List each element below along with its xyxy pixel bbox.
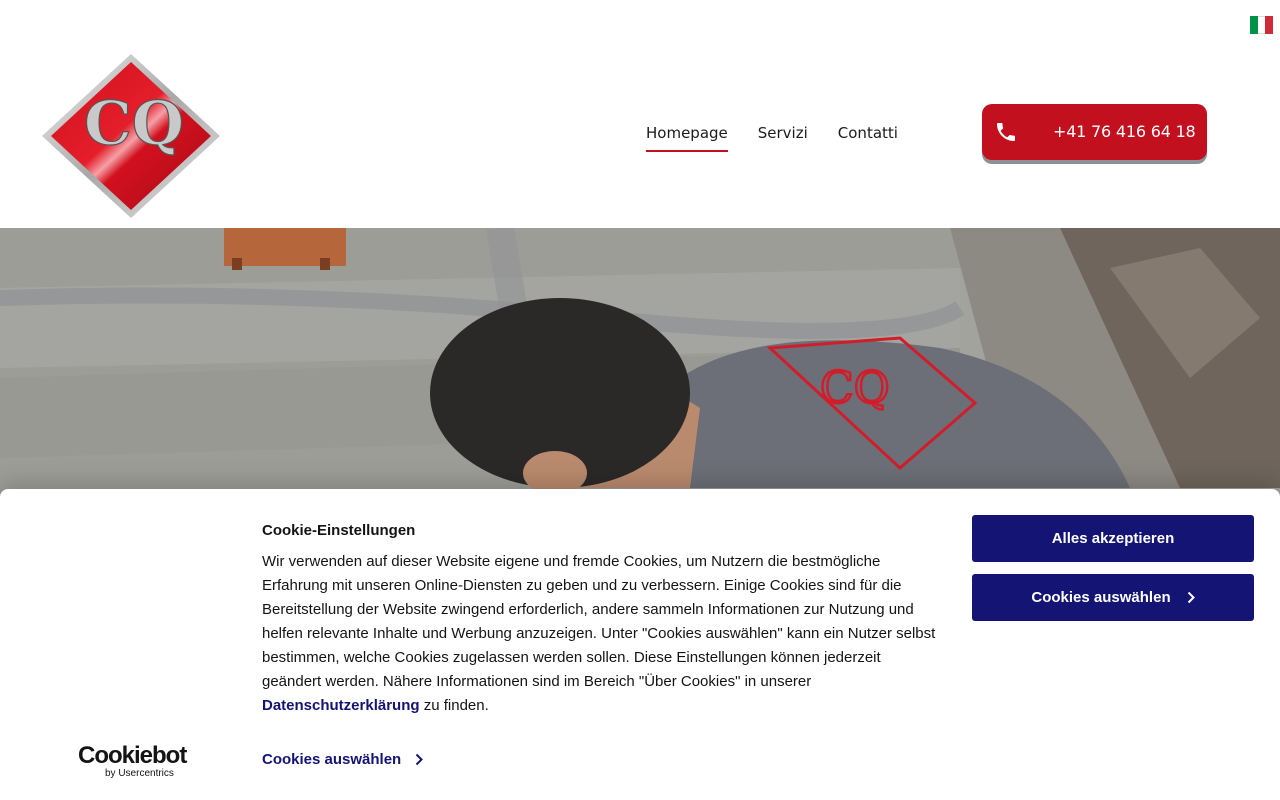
nav-item-contatti[interactable]: Contatti xyxy=(838,124,898,152)
cookie-title: Cookie-Einstellungen xyxy=(262,522,416,539)
phone-number: +41 76 416 64 18 xyxy=(1053,122,1196,141)
cookiebot-logo[interactable]: Cookiebot by Usercentrics xyxy=(78,744,187,780)
svg-text:CQ: CQ xyxy=(84,89,184,159)
nav-item-homepage[interactable]: Homepage xyxy=(646,124,728,152)
svg-text:CQ: CQ xyxy=(820,363,890,414)
cookie-consent-banner: Cookiebot by Usercentrics Cookie-Einstel… xyxy=(0,489,1280,800)
chevron-right-icon xyxy=(1187,591,1195,604)
accept-all-button[interactable]: Alles akzeptieren xyxy=(972,515,1254,562)
chevron-right-icon xyxy=(416,753,424,766)
italian-flag-icon[interactable] xyxy=(1250,16,1274,34)
phone-call-button[interactable]: +41 76 416 64 18 xyxy=(982,104,1207,160)
nav-item-servizi[interactable]: Servizi xyxy=(758,124,808,152)
cookie-description: Wir verwenden auf dieser Website eigene … xyxy=(262,553,936,714)
main-navigation: Homepage Servizi Contatti xyxy=(646,124,898,152)
company-logo[interactable]: CQ xyxy=(40,52,222,220)
privacy-policy-link[interactable]: Datenschutzerklärung xyxy=(262,697,420,714)
select-cookies-button[interactable]: Cookies auswählen xyxy=(972,574,1254,621)
site-header: CQ Homepage Servizi Contatti +41 76 416 … xyxy=(0,0,1280,228)
cookie-details-link[interactable]: Cookies auswählen xyxy=(262,751,424,768)
phone-icon xyxy=(997,123,1015,141)
